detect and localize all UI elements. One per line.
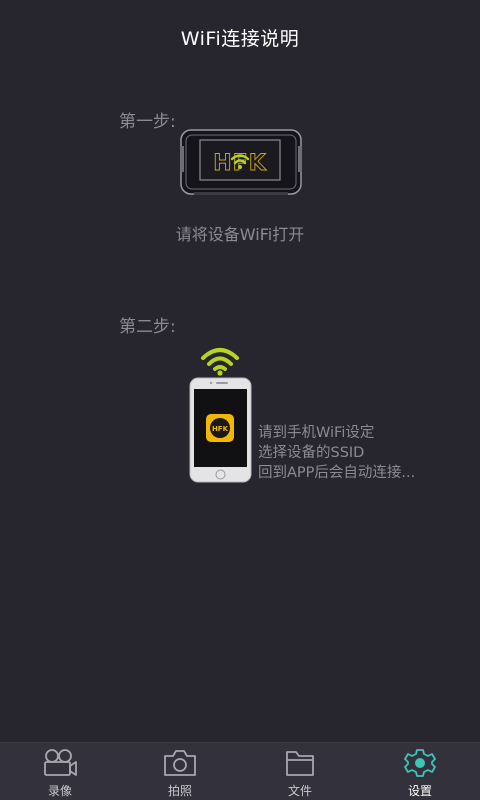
tab-settings-label: 设置 [407,784,432,798]
wifi-guide-screen: WiFi连接说明 第一步: HFK 请将设备WiFi打开 第二步: HFK 请到… [0,0,480,800]
step2-line-3: 回到APP后会自动连接... [258,465,416,481]
tab-files[interactable]: 文件 [240,743,360,800]
video-camera-icon [44,749,77,776]
step2-line-1: 请到手机WiFi设定 [258,425,375,441]
tab-settings[interactable]: 设置 [360,743,480,800]
photo-camera-icon [164,750,196,776]
page-title: WiFi连接说明 [180,28,300,50]
step1-caption: 请将设备WiFi打开 [175,225,305,244]
action-camera-illustration: HFK [180,129,302,195]
tab-photo-label: 拍照 [167,784,192,798]
step2-line-2: 选择设备的SSID [258,445,365,461]
bottom-tab-bar: 录像 拍照 文件 设置 [0,742,480,800]
step2-instructions: 请到手机WiFi设定 选择设备的SSID 回到APP后会自动连接... [258,423,415,483]
tab-files-label: 文件 [287,784,312,798]
tab-photo[interactable]: 拍照 [120,743,240,800]
tab-record-label: 录像 [47,784,72,798]
smartphone-illustration: HFK [189,377,252,483]
folder-icon [286,751,314,776]
step1-label: 第一步: [119,112,176,132]
step2-label: 第二步: [119,317,176,337]
tab-record[interactable]: 录像 [0,743,120,800]
gear-icon [404,749,436,777]
app-logo-text: HFK [212,425,229,433]
wifi-signal-icon [201,348,239,376]
